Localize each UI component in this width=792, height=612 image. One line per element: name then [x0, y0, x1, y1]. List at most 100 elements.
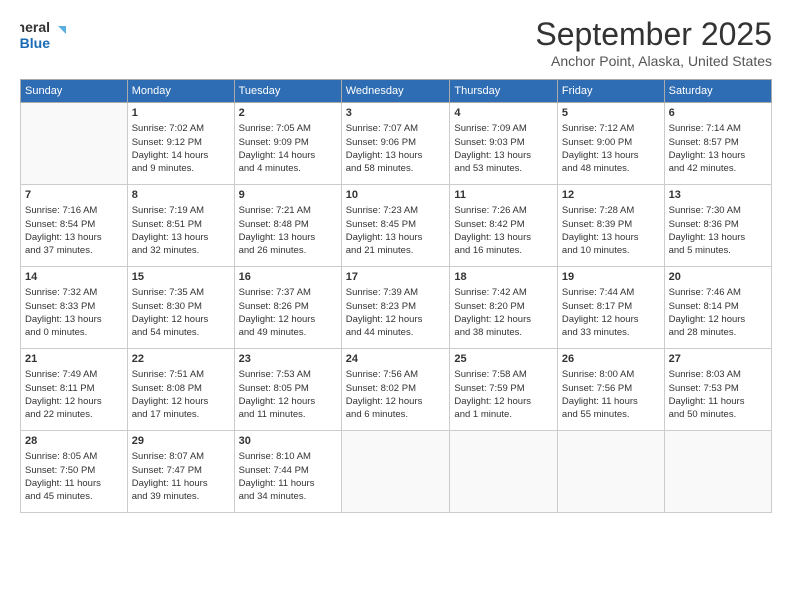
day-info: Sunrise: 7:39 AM: [346, 286, 446, 299]
day-number: 2: [239, 106, 337, 121]
week-row-2: 7Sunrise: 7:16 AMSunset: 8:54 PMDaylight…: [21, 185, 772, 267]
day-info: Daylight: 12 hours: [132, 313, 230, 326]
day-info: and 45 minutes.: [25, 490, 123, 503]
day-info: and 54 minutes.: [132, 326, 230, 339]
day-info: Daylight: 13 hours: [454, 149, 553, 162]
day-number: 13: [669, 188, 767, 203]
day-info: Sunrise: 7:42 AM: [454, 286, 553, 299]
day-info: Sunset: 8:14 PM: [669, 300, 767, 313]
day-info: Sunrise: 7:56 AM: [346, 368, 446, 381]
day-cell: [664, 431, 771, 513]
day-info: Sunset: 7:59 PM: [454, 382, 553, 395]
day-number: 5: [562, 106, 660, 121]
day-info: Daylight: 13 hours: [346, 149, 446, 162]
svg-text:Blue: Blue: [20, 35, 50, 51]
day-info: Sunrise: 7:58 AM: [454, 368, 553, 381]
day-info: and 33 minutes.: [562, 326, 660, 339]
day-number: 10: [346, 188, 446, 203]
day-info: and 37 minutes.: [25, 244, 123, 257]
day-number: 6: [669, 106, 767, 121]
day-cell: 3Sunrise: 7:07 AMSunset: 9:06 PMDaylight…: [341, 103, 450, 185]
day-info: and 26 minutes.: [239, 244, 337, 257]
day-info: Sunrise: 7:26 AM: [454, 204, 553, 217]
day-number: 29: [132, 434, 230, 449]
logo: GeneralBlue: [20, 16, 90, 54]
day-info: and 28 minutes.: [669, 326, 767, 339]
day-info: Daylight: 13 hours: [562, 149, 660, 162]
title-area: September 2025 Anchor Point, Alaska, Uni…: [535, 16, 772, 69]
day-cell: 22Sunrise: 7:51 AMSunset: 8:08 PMDayligh…: [127, 349, 234, 431]
day-cell: 12Sunrise: 7:28 AMSunset: 8:39 PMDayligh…: [557, 185, 664, 267]
day-info: Daylight: 11 hours: [25, 477, 123, 490]
day-info: Daylight: 12 hours: [132, 395, 230, 408]
day-info: Daylight: 12 hours: [454, 395, 553, 408]
day-info: Daylight: 13 hours: [25, 231, 123, 244]
day-info: Sunset: 8:05 PM: [239, 382, 337, 395]
day-cell: [450, 431, 558, 513]
day-info: Daylight: 13 hours: [669, 231, 767, 244]
day-info: Sunrise: 7:46 AM: [669, 286, 767, 299]
day-info: Daylight: 12 hours: [562, 313, 660, 326]
day-info: and 1 minute.: [454, 408, 553, 421]
day-number: 25: [454, 352, 553, 367]
day-number: 19: [562, 270, 660, 285]
day-info: Daylight: 12 hours: [669, 313, 767, 326]
day-info: Sunrise: 7:28 AM: [562, 204, 660, 217]
day-info: Daylight: 11 hours: [239, 477, 337, 490]
day-cell: 16Sunrise: 7:37 AMSunset: 8:26 PMDayligh…: [234, 267, 341, 349]
header-cell-thursday: Thursday: [450, 80, 558, 103]
day-info: Sunrise: 7:16 AM: [25, 204, 123, 217]
day-number: 9: [239, 188, 337, 203]
day-info: and 17 minutes.: [132, 408, 230, 421]
day-info: Daylight: 12 hours: [239, 313, 337, 326]
day-info: and 48 minutes.: [562, 162, 660, 175]
header-cell-monday: Monday: [127, 80, 234, 103]
day-number: 1: [132, 106, 230, 121]
day-info: Sunset: 8:08 PM: [132, 382, 230, 395]
day-info: and 50 minutes.: [669, 408, 767, 421]
day-info: Sunrise: 7:07 AM: [346, 122, 446, 135]
day-cell: 4Sunrise: 7:09 AMSunset: 9:03 PMDaylight…: [450, 103, 558, 185]
day-cell: 20Sunrise: 7:46 AMSunset: 8:14 PMDayligh…: [664, 267, 771, 349]
day-info: Sunrise: 7:35 AM: [132, 286, 230, 299]
day-cell: 14Sunrise: 7:32 AMSunset: 8:33 PMDayligh…: [21, 267, 128, 349]
day-number: 27: [669, 352, 767, 367]
day-number: 21: [25, 352, 123, 367]
day-cell: 30Sunrise: 8:10 AMSunset: 7:44 PMDayligh…: [234, 431, 341, 513]
header-cell-wednesday: Wednesday: [341, 80, 450, 103]
day-info: and 49 minutes.: [239, 326, 337, 339]
day-info: Sunset: 8:36 PM: [669, 218, 767, 231]
day-info: Sunset: 9:12 PM: [132, 136, 230, 149]
day-info: Sunset: 9:09 PM: [239, 136, 337, 149]
day-info: Sunset: 8:54 PM: [25, 218, 123, 231]
day-cell: [557, 431, 664, 513]
day-number: 30: [239, 434, 337, 449]
header-row: SundayMondayTuesdayWednesdayThursdayFrid…: [21, 80, 772, 103]
day-info: Sunset: 7:44 PM: [239, 464, 337, 477]
day-cell: 8Sunrise: 7:19 AMSunset: 8:51 PMDaylight…: [127, 185, 234, 267]
day-info: Sunrise: 7:21 AM: [239, 204, 337, 217]
day-info: Sunrise: 7:19 AM: [132, 204, 230, 217]
day-info: and 32 minutes.: [132, 244, 230, 257]
day-info: Sunset: 8:51 PM: [132, 218, 230, 231]
day-number: 14: [25, 270, 123, 285]
day-cell: 27Sunrise: 8:03 AMSunset: 7:53 PMDayligh…: [664, 349, 771, 431]
week-row-1: 1Sunrise: 7:02 AMSunset: 9:12 PMDaylight…: [21, 103, 772, 185]
day-info: Sunset: 9:00 PM: [562, 136, 660, 149]
week-row-3: 14Sunrise: 7:32 AMSunset: 8:33 PMDayligh…: [21, 267, 772, 349]
logo-svg: GeneralBlue: [20, 16, 90, 54]
day-info: Sunrise: 7:51 AM: [132, 368, 230, 381]
day-info: Daylight: 11 hours: [132, 477, 230, 490]
day-number: 17: [346, 270, 446, 285]
day-info: Daylight: 13 hours: [454, 231, 553, 244]
calendar-table: SundayMondayTuesdayWednesdayThursdayFrid…: [20, 79, 772, 513]
day-info: Daylight: 13 hours: [346, 231, 446, 244]
subtitle: Anchor Point, Alaska, United States: [535, 53, 772, 69]
day-cell: 23Sunrise: 7:53 AMSunset: 8:05 PMDayligh…: [234, 349, 341, 431]
day-info: Sunset: 7:47 PM: [132, 464, 230, 477]
day-cell: 29Sunrise: 8:07 AMSunset: 7:47 PMDayligh…: [127, 431, 234, 513]
day-cell: 24Sunrise: 7:56 AMSunset: 8:02 PMDayligh…: [341, 349, 450, 431]
header-cell-friday: Friday: [557, 80, 664, 103]
day-cell: 1Sunrise: 7:02 AMSunset: 9:12 PMDaylight…: [127, 103, 234, 185]
day-cell: 17Sunrise: 7:39 AMSunset: 8:23 PMDayligh…: [341, 267, 450, 349]
